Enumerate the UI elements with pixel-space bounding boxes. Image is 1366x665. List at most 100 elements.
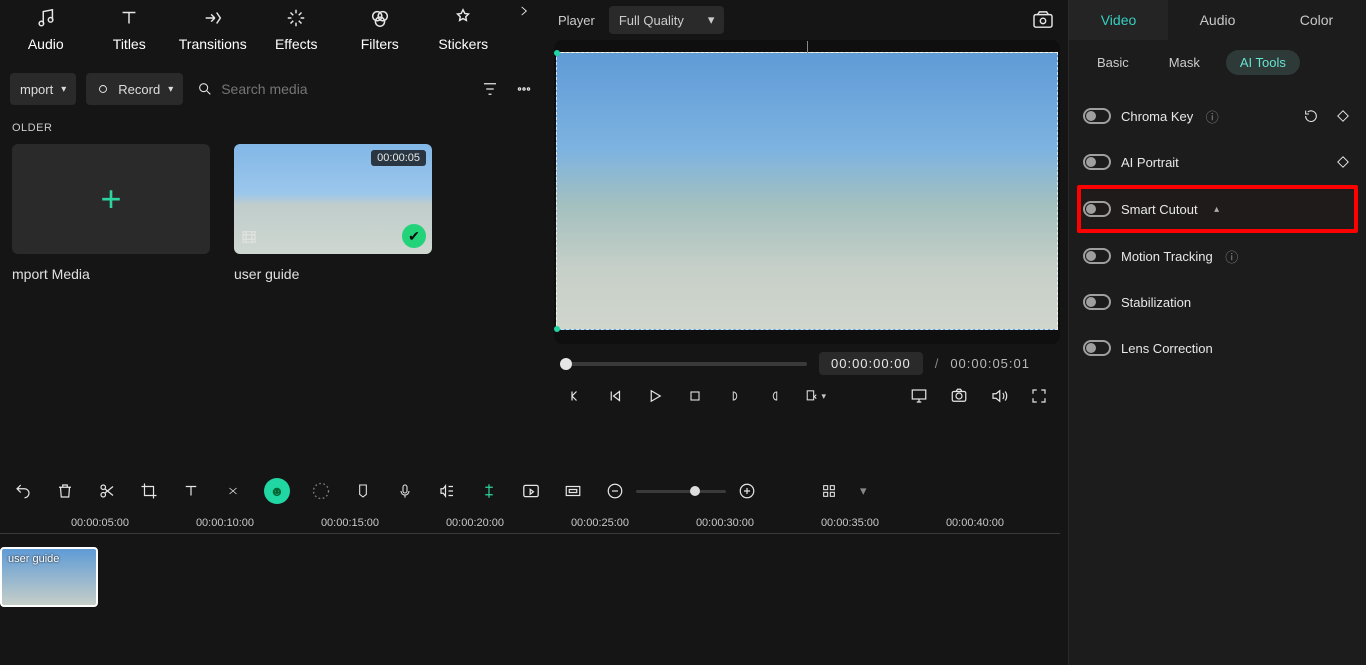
search-field[interactable]: [193, 81, 468, 97]
record-dropdown[interactable]: Record ▾: [86, 73, 183, 105]
titles-tab[interactable]: Titles: [92, 4, 168, 52]
mic-button[interactable]: [394, 480, 416, 502]
help-icon[interactable]: ⓘ: [1223, 247, 1241, 265]
more-button[interactable]: [222, 480, 244, 502]
search-icon: [197, 81, 213, 97]
track-options-button[interactable]: [818, 480, 840, 502]
audio-tab[interactable]: Audio: [8, 4, 84, 52]
filmstrip-icon: [240, 228, 260, 248]
effects-tab[interactable]: Effects: [259, 4, 335, 52]
tab-audio[interactable]: Audio: [1168, 0, 1267, 40]
timeline-clip-label: user guide: [8, 553, 59, 565]
zoom-in-button[interactable]: [736, 480, 758, 502]
motion-tracking-row: Motion Tracking ⓘ: [1083, 233, 1352, 279]
timeline-ruler[interactable]: 00:00:05:0000:00:10:0000:00:15:0000:00:2…: [0, 517, 1066, 541]
audio-tab-label: Audio: [28, 36, 64, 52]
subtab-basic[interactable]: Basic: [1083, 50, 1143, 75]
timeline-toolbar: ☻ ▾: [0, 469, 1066, 513]
crop-button[interactable]: [138, 480, 160, 502]
keyframe-icon[interactable]: [1334, 153, 1352, 171]
import-dropdown[interactable]: mport ▾: [10, 73, 76, 105]
ai-portrait-toggle[interactable]: [1083, 154, 1111, 170]
camera-button[interactable]: [948, 385, 970, 407]
speed-button[interactable]: [310, 480, 332, 502]
import-media-label: mport Media: [12, 266, 210, 282]
keyframe-icon[interactable]: [1334, 107, 1352, 125]
snapshot-button[interactable]: [1030, 9, 1056, 31]
display-settings-button[interactable]: [908, 385, 930, 407]
play-backward-button[interactable]: [604, 385, 626, 407]
tab-video[interactable]: Video: [1069, 0, 1168, 40]
marker-dropdown[interactable]: ▾: [804, 385, 826, 407]
current-timecode[interactable]: 00:00:00:00: [819, 352, 923, 375]
ruler-mark: 00:00:40:00: [946, 517, 1004, 529]
fit-button[interactable]: [562, 480, 584, 502]
mark-out-button[interactable]: [764, 385, 786, 407]
clip-label: user guide: [234, 266, 432, 282]
folder-section-label: OLDER: [12, 116, 534, 144]
clip-duration: 00:00:05: [371, 150, 426, 166]
play-button[interactable]: [644, 385, 666, 407]
prev-frame-button[interactable]: [564, 385, 586, 407]
filter-icon[interactable]: [478, 77, 502, 101]
track-menu-caret[interactable]: ▾: [860, 483, 880, 499]
subtab-ai-tools[interactable]: AI Tools: [1226, 50, 1300, 75]
lens-correction-toggle[interactable]: [1083, 340, 1111, 356]
sticker-icon: [452, 4, 474, 32]
subtab-mask[interactable]: Mask: [1155, 50, 1214, 75]
split-button[interactable]: [478, 480, 500, 502]
lens-correction-label: Lens Correction: [1121, 341, 1213, 356]
help-icon[interactable]: ⓘ: [1203, 107, 1221, 125]
more-options-icon[interactable]: [512, 77, 536, 101]
cut-button[interactable]: [96, 480, 118, 502]
chroma-key-toggle[interactable]: [1083, 108, 1111, 124]
ruler-mark: 00:00:25:00: [571, 517, 629, 529]
text-icon: [118, 4, 140, 32]
chevron-down-icon: ▾: [708, 12, 715, 28]
record-icon: [96, 82, 110, 96]
volume-button[interactable]: [988, 385, 1010, 407]
import-media-card[interactable]: + mport Media: [12, 144, 210, 282]
timeline-clip[interactable]: user guide: [0, 547, 98, 607]
mark-in-button[interactable]: [724, 385, 746, 407]
stabilization-toggle[interactable]: [1083, 294, 1111, 310]
transitions-tab[interactable]: Transitions: [175, 4, 251, 52]
ruler-mark: 00:00:20:00: [446, 517, 504, 529]
media-clip[interactable]: 00:00:05 ✔ user guide: [234, 144, 432, 282]
render-button[interactable]: [520, 480, 542, 502]
marker-button[interactable]: [352, 480, 374, 502]
ai-portrait-row: AI Portrait: [1083, 139, 1352, 185]
transition-icon: [202, 4, 224, 32]
audio-sync-button[interactable]: [436, 480, 458, 502]
right-panel-tabs: Video Audio Color: [1069, 0, 1366, 40]
import-label: mport: [20, 82, 53, 97]
timeline-tracks: user guide: [0, 541, 1066, 635]
ai-portrait-label: AI Portrait: [1121, 155, 1179, 170]
player-viewport[interactable]: [554, 40, 1060, 344]
more-tools-chevron[interactable]: [509, 4, 538, 18]
delete-button[interactable]: [54, 480, 76, 502]
collapse-icon[interactable]: ▴: [1208, 200, 1226, 218]
zoom-out-button[interactable]: [604, 480, 626, 502]
search-input[interactable]: [221, 81, 468, 97]
tab-color[interactable]: Color: [1267, 0, 1366, 40]
zoom-slider[interactable]: [636, 490, 726, 493]
fullscreen-button[interactable]: [1028, 385, 1050, 407]
stop-button[interactable]: [684, 385, 706, 407]
chroma-key-row: Chroma Key ⓘ: [1083, 93, 1352, 139]
stickers-tab[interactable]: Stickers: [426, 4, 502, 52]
smart-cutout-toggle[interactable]: [1083, 201, 1111, 217]
undo-button[interactable]: [12, 480, 34, 502]
reset-icon[interactable]: [1302, 107, 1320, 125]
tool-tabs: Audio Titles Transitions Effects Filters…: [0, 0, 546, 62]
motion-tracking-toggle[interactable]: [1083, 248, 1111, 264]
filters-tab[interactable]: Filters: [342, 4, 418, 52]
total-timecode: 00:00:05:01: [950, 356, 1030, 371]
text-button[interactable]: [180, 480, 202, 502]
quality-dropdown[interactable]: Full Quality ▾: [609, 6, 725, 34]
chevron-down-icon: ▾: [168, 84, 173, 95]
lens-correction-row: Lens Correction: [1083, 325, 1352, 371]
scrub-slider[interactable]: [562, 362, 807, 366]
smart-cutout-label: Smart Cutout: [1121, 202, 1198, 217]
ai-face-button[interactable]: ☻: [264, 478, 290, 504]
